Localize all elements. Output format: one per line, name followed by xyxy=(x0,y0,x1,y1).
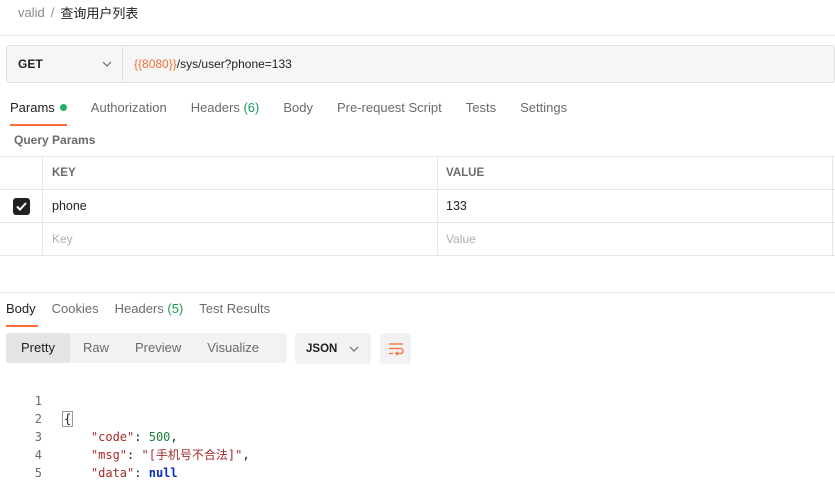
tab-label: Body xyxy=(6,301,36,316)
param-enabled-checkbox[interactable] xyxy=(12,197,30,215)
view-pretty-button[interactable]: Pretty xyxy=(6,333,70,363)
table-row: phone 133 xyxy=(0,190,835,223)
code-line: 1 { xyxy=(0,374,74,427)
open-brace: { xyxy=(62,411,74,427)
code-line: 4 "data": null xyxy=(0,428,178,480)
format-label: JSON xyxy=(306,342,338,355)
tab-label: Cookies xyxy=(51,301,99,316)
new-param-row: Key Value xyxy=(0,223,835,256)
param-key-cell[interactable]: phone xyxy=(43,190,438,222)
code-line: 2 "code": 500, xyxy=(0,392,178,444)
response-headers-count: (5) xyxy=(167,301,184,316)
tab-label: Authorization xyxy=(90,100,167,115)
chevron-down-icon xyxy=(349,346,359,352)
tab-body[interactable]: Body xyxy=(271,100,325,126)
method-label: GET xyxy=(18,57,43,71)
json-punct: , xyxy=(170,430,178,444)
request-name[interactable]: 查询用户列表 xyxy=(60,3,138,22)
param-key: phone xyxy=(52,199,87,213)
tab-headers[interactable]: Headers (6) xyxy=(179,100,272,126)
json-punct: , xyxy=(242,448,250,462)
line-number: 5 xyxy=(34,466,42,480)
response-body[interactable]: 1 { 2 "code": 500, 3 "msg": "[手机号不合法]", … xyxy=(0,374,250,480)
json-key: "code" xyxy=(90,430,135,444)
code-line: 3 "msg": "[手机号不合法]", xyxy=(0,410,250,462)
headers-count: (6) xyxy=(243,100,260,115)
json-key: "msg" xyxy=(90,448,128,462)
request-bar: GET {{8080}}/sys/user?phone=133 xyxy=(6,45,835,83)
json-key: "data" xyxy=(90,466,135,480)
tab-label: Pre-request Script xyxy=(336,100,442,115)
tab-authorization[interactable]: Authorization xyxy=(79,100,179,126)
tab-label: Test Results xyxy=(199,301,271,316)
param-value: 133 xyxy=(446,199,467,213)
breadcrumb-separator: / xyxy=(50,4,55,20)
tab-label: Params xyxy=(10,100,55,115)
params-table: KEY VALUE phone 133 Key Value xyxy=(0,156,835,256)
url-input[interactable]: {{8080}}/sys/user?phone=133 xyxy=(123,46,834,82)
tab-label: Tests xyxy=(465,100,497,115)
chevron-down-icon xyxy=(102,61,112,67)
checkmark-icon xyxy=(15,201,27,211)
column-header-value: VALUE xyxy=(438,157,833,189)
wrap-lines-icon xyxy=(388,342,404,356)
url-path: /sys/user?phone=133 xyxy=(176,57,292,71)
request-tabs: Params Authorization Headers (6) Body Pr… xyxy=(0,100,579,126)
json-value: null xyxy=(148,466,178,480)
tab-params[interactable]: Params xyxy=(0,100,79,126)
response-tab-body[interactable]: Body xyxy=(0,301,44,327)
key-placeholder: Key xyxy=(52,232,73,246)
tab-label: Body xyxy=(283,100,313,115)
view-preview-button[interactable]: Preview xyxy=(122,333,194,363)
tab-label: Headers xyxy=(190,100,240,115)
view-raw-button[interactable]: Raw xyxy=(70,333,122,363)
method-select[interactable]: GET xyxy=(7,46,123,82)
json-value: 500 xyxy=(148,430,171,444)
format-select[interactable]: JSON xyxy=(295,333,371,364)
row-check-cell xyxy=(0,190,43,222)
json-value: "[手机号不合法]" xyxy=(141,448,243,462)
param-value-cell[interactable]: 133 xyxy=(438,190,833,222)
column-header-key: KEY xyxy=(43,157,438,189)
response-tabs: Body Cookies Headers (5) Test Results xyxy=(0,301,278,327)
wrap-lines-button[interactable] xyxy=(380,333,411,364)
params-header-row: KEY VALUE xyxy=(0,157,835,190)
code-line: 5 } xyxy=(0,446,42,480)
response-tab-headers[interactable]: Headers (5) xyxy=(107,301,192,327)
new-key-input[interactable]: Key xyxy=(43,223,438,255)
response-tab-cookies[interactable]: Cookies xyxy=(44,301,107,327)
header-check-cell xyxy=(0,157,43,189)
breadcrumb-collection[interactable]: valid xyxy=(18,5,45,20)
params-active-dot xyxy=(59,104,67,111)
url-variable: {{8080}} xyxy=(134,57,177,71)
query-params-title: Query Params xyxy=(14,133,96,147)
tab-label: Headers xyxy=(114,301,164,316)
value-placeholder: Value xyxy=(446,232,476,246)
tab-pre-request-script[interactable]: Pre-request Script xyxy=(325,100,454,126)
tab-label: Settings xyxy=(520,100,568,115)
row-check-cell xyxy=(0,223,43,255)
tab-settings[interactable]: Settings xyxy=(508,100,579,126)
top-divider xyxy=(0,35,835,36)
new-value-input[interactable]: Value xyxy=(438,223,833,255)
view-mode-group: Pretty Raw Preview Visualize xyxy=(6,333,287,363)
tab-tests[interactable]: Tests xyxy=(454,100,508,126)
view-visualize-button[interactable]: Visualize xyxy=(194,333,272,363)
response-tab-test-results[interactable]: Test Results xyxy=(191,301,278,327)
breadcrumb: valid / 查询用户列表 xyxy=(18,3,138,22)
response-divider[interactable] xyxy=(0,292,835,293)
